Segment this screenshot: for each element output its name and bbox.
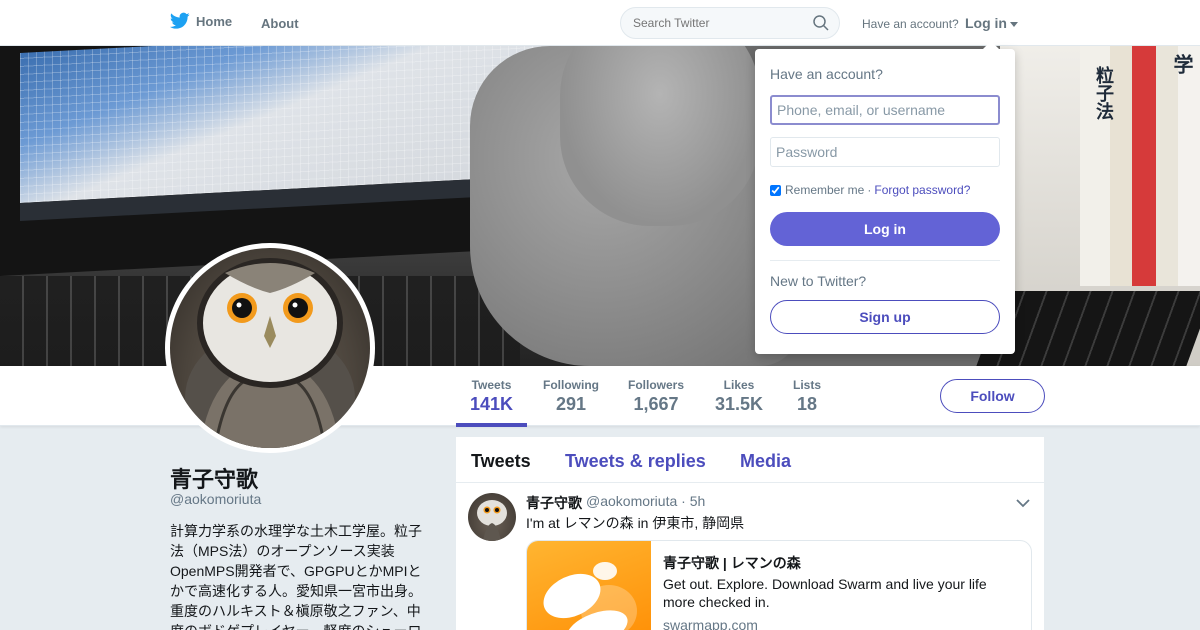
stat-following[interactable]: Following 291	[543, 378, 599, 415]
stat-likes[interactable]: Likes 31.5K	[715, 378, 763, 415]
tab-media[interactable]: Media	[740, 451, 791, 472]
profile-bio: 計算力学系の水理学な土木工学屋。粒子法（MPS法）のオープンソース実装OpenM…	[170, 523, 422, 630]
card-title: 青子守歌 | レマンの森	[663, 555, 801, 571]
tweet-avatar[interactable]	[468, 493, 516, 541]
search-input[interactable]	[633, 16, 803, 30]
book-title-particle: 粒子法	[1093, 66, 1114, 120]
dropdown-heading: Have an account?	[770, 66, 883, 82]
have-account-text: Have an account?	[862, 17, 959, 31]
login-label: Log in	[965, 15, 1007, 31]
timeline: Tweets Tweets & replies Media 青子守歌 @aoko…	[456, 437, 1044, 630]
chevron-down-icon	[1010, 21, 1018, 27]
remember-me-checkbox[interactable]	[770, 184, 781, 196]
dropdown-divider	[770, 260, 1000, 261]
profile-avatar[interactable]	[165, 243, 375, 453]
tab-tweets-replies[interactable]: Tweets & replies	[565, 451, 706, 472]
twitter-bird-icon	[170, 12, 190, 29]
stat-followers[interactable]: Followers 1,667	[628, 378, 684, 415]
tweet-handle-time[interactable]: @aokomoriuta · 5h	[586, 493, 705, 509]
remember-me-label: Remember me	[785, 183, 865, 197]
username-field[interactable]	[770, 95, 1000, 125]
new-to-twitter-text: New to Twitter?	[770, 273, 867, 289]
login-dropdown-toggle[interactable]: Log in	[965, 15, 1018, 31]
tweet-text: I'm at レマンの森 in 伊東市, 静岡県	[526, 515, 745, 531]
nav-home-link[interactable]: Home	[170, 12, 232, 30]
search-box	[620, 7, 840, 39]
book-title-study: 学	[1170, 54, 1194, 74]
password-field[interactable]	[770, 137, 1000, 167]
timeline-tabs: Tweets Tweets & replies Media	[456, 437, 1044, 483]
login-dropdown: Have an account? Remember me · Forgot pa…	[755, 41, 1015, 354]
remember-separator: ·	[867, 183, 872, 197]
stat-tweets[interactable]: Tweets 141K	[455, 378, 528, 427]
remember-me[interactable]: Remember me · Forgot password?	[770, 183, 970, 197]
follow-button[interactable]: Follow	[940, 379, 1045, 413]
swarm-logo-image	[527, 541, 651, 630]
signup-button[interactable]: Sign up	[770, 300, 1000, 334]
forgot-password-link[interactable]: Forgot password?	[874, 183, 970, 197]
search-icon[interactable]	[813, 15, 829, 36]
top-bar: Home About Have an account? Log in	[0, 0, 1200, 46]
link-card[interactable]: 青子守歌 | レマンの森 Get out. Explore. Download …	[526, 540, 1032, 630]
tweet-item[interactable]: 青子守歌 @aokomoriuta · 5h I'm at レマンの森 in 伊…	[456, 483, 1044, 630]
profile-name[interactable]: 青子守歌	[170, 462, 258, 494]
tweet-author-name[interactable]: 青子守歌	[526, 493, 582, 513]
login-button[interactable]: Log in	[770, 212, 1000, 246]
chevron-down-icon[interactable]	[1016, 495, 1030, 513]
card-description: Get out. Explore. Download Swarm and liv…	[663, 576, 987, 610]
owl-avatar-image	[170, 248, 370, 448]
tab-tweets[interactable]: Tweets	[471, 451, 531, 472]
nav-about-link[interactable]: About	[261, 16, 299, 31]
nav-home-label: Home	[196, 13, 233, 29]
profile-handle[interactable]: @aokomoriuta	[170, 491, 261, 507]
stat-lists[interactable]: Lists 18	[793, 378, 821, 415]
card-url: swarmapp.com	[663, 617, 758, 630]
